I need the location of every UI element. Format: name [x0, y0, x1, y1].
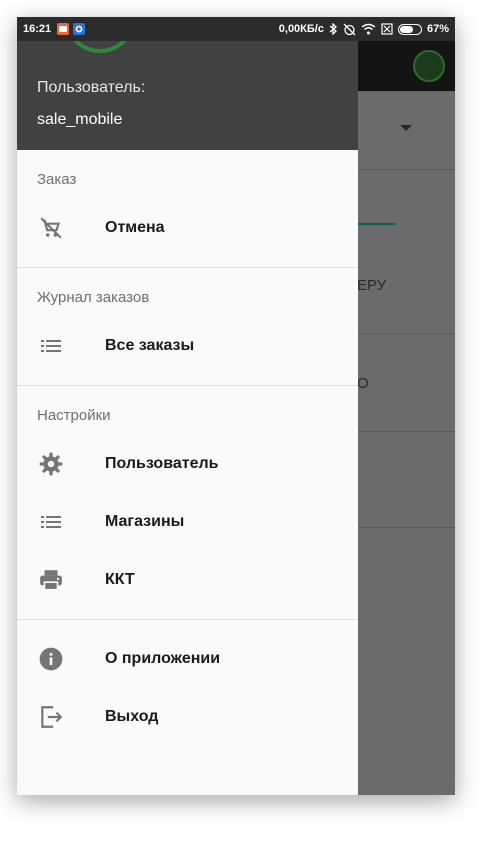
bluetooth-icon	[329, 23, 338, 35]
exit-icon	[37, 703, 65, 731]
section-title-order: Заказ	[37, 170, 77, 188]
list-icon	[37, 332, 65, 360]
menu-item-label: Отмена	[105, 219, 165, 236]
menu-item-user[interactable]: Пользователь	[17, 435, 358, 493]
navigation-drawer: Пользователь: sale_mobile Заказ Отмена Ж…	[17, 41, 358, 795]
background-partial-text: ЕРУ	[357, 277, 387, 294]
notification-settings-icon	[73, 23, 86, 35]
user-label: Пользователь:	[37, 79, 146, 96]
background-divider	[357, 169, 455, 170]
menu-item-all-orders[interactable]: Все заказы	[17, 317, 358, 375]
network-speed: 0,00КБ/с	[278, 23, 324, 35]
gear-icon	[37, 450, 65, 478]
menu-item-stores[interactable]: Магазины	[17, 493, 358, 551]
background-divider	[357, 431, 455, 432]
menu-item-about[interactable]: О приложении	[17, 630, 358, 688]
battery-icon	[397, 23, 422, 35]
status-time: 16:21	[23, 23, 52, 35]
background-divider	[357, 333, 455, 334]
menu-item-label: Все заказы	[105, 337, 195, 354]
cart-off-icon	[37, 214, 65, 242]
battery-fill	[399, 25, 413, 33]
battery-percent: 67%	[426, 23, 449, 35]
list-icon	[37, 508, 65, 536]
app-logo-icon	[413, 50, 445, 82]
wifi-icon	[361, 23, 376, 35]
drawer-header: Пользователь: sale_mobile	[17, 41, 358, 150]
menu-item-label: О приложении	[105, 650, 221, 667]
status-bar: 16:21 0,00КБ/с 67%	[17, 17, 455, 41]
menu-item-label: Выход	[105, 708, 159, 725]
printer-icon	[37, 566, 65, 594]
section-title-journal: Журнал заказов	[37, 288, 150, 306]
phone-screen: 16:21 0,00КБ/с 67% ЕРУ О Пользователь: s…	[17, 17, 455, 795]
menu-item-label: Пользователь	[105, 455, 219, 472]
menu-item-exit[interactable]: Выход	[17, 688, 358, 746]
background-tab-indicator	[357, 223, 395, 225]
notification-app-icon	[57, 23, 70, 35]
background-divider	[357, 527, 455, 528]
menu-item-kkt[interactable]: ККТ	[17, 551, 358, 609]
user-avatar	[65, 41, 135, 53]
menu-item-label: Магазины	[105, 513, 185, 530]
user-name: sale_mobile	[37, 111, 123, 128]
info-icon	[37, 645, 65, 673]
sim-off-icon	[381, 23, 393, 35]
dropdown-arrow-icon	[400, 125, 412, 131]
alarm-off-icon	[343, 23, 356, 36]
menu-item-cancel[interactable]: Отмена	[17, 199, 358, 257]
menu-item-label: ККТ	[105, 571, 135, 588]
section-title-settings: Настройки	[37, 406, 111, 424]
background-partial-text: О	[357, 375, 369, 392]
